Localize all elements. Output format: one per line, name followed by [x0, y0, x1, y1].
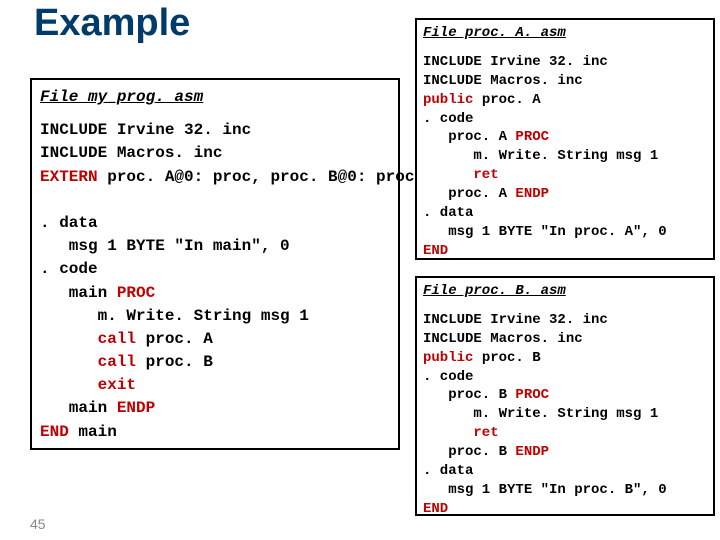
code-line: public proc. A — [423, 91, 707, 110]
code-line: . code — [423, 368, 707, 387]
code-line: call proc. B — [40, 351, 390, 374]
code-line: . code — [40, 258, 390, 281]
filename-main: File my_prog. asm — [40, 86, 390, 109]
code-line: m. Write. String msg 1 — [40, 305, 390, 328]
code-line: msg 1 BYTE "In proc. B", 0 — [423, 481, 707, 500]
code-line: . data — [40, 212, 390, 235]
code-line: . code — [423, 110, 707, 129]
code-line: main ENDP — [40, 397, 390, 420]
code-line: INCLUDE Macros. inc — [423, 72, 707, 91]
code-line: exit — [40, 374, 390, 397]
code-line: m. Write. String msg 1 — [423, 405, 707, 424]
code-line: END main — [40, 421, 390, 444]
code-line: msg 1 BYTE "In proc. A", 0 — [423, 223, 707, 242]
code-line: proc. B ENDP — [423, 443, 707, 462]
code-line: INCLUDE Irvine 32. inc — [423, 53, 707, 72]
code-line: INCLUDE Irvine 32. inc — [40, 119, 390, 142]
code-line: msg 1 BYTE "In main", 0 — [40, 235, 390, 258]
code-box-proca: File proc. A. asm INCLUDE Irvine 32. inc… — [415, 18, 715, 260]
code-line: . data — [423, 462, 707, 481]
page-number: 45 — [30, 516, 46, 532]
code-box-main: File my_prog. asm INCLUDE Irvine 32. inc… — [30, 78, 400, 450]
code-line: proc. A PROC — [423, 128, 707, 147]
code-line: INCLUDE Macros. inc — [423, 330, 707, 349]
code-line: m. Write. String msg 1 — [423, 147, 707, 166]
slide-title: Example — [34, 4, 194, 42]
code-line: END — [423, 500, 707, 519]
filename-procb: File proc. B. asm — [423, 282, 707, 301]
code-line: public proc. B — [423, 349, 707, 368]
code-line: INCLUDE Irvine 32. inc — [423, 311, 707, 330]
code-line: EXTERN proc. A@0: proc, proc. B@0: proc — [40, 166, 390, 189]
code-line: ret — [423, 166, 707, 185]
code-line: proc. A ENDP — [423, 185, 707, 204]
code-box-procb: File proc. B. asm INCLUDE Irvine 32. inc… — [415, 276, 715, 516]
code-line: proc. B PROC — [423, 386, 707, 405]
code-line: call proc. A — [40, 328, 390, 351]
code-line: INCLUDE Macros. inc — [40, 142, 390, 165]
code-line: . data — [423, 204, 707, 223]
filename-proca: File proc. A. asm — [423, 24, 707, 43]
blank-line — [40, 189, 390, 212]
code-line: END — [423, 242, 707, 261]
code-line: main PROC — [40, 282, 390, 305]
code-line: ret — [423, 424, 707, 443]
